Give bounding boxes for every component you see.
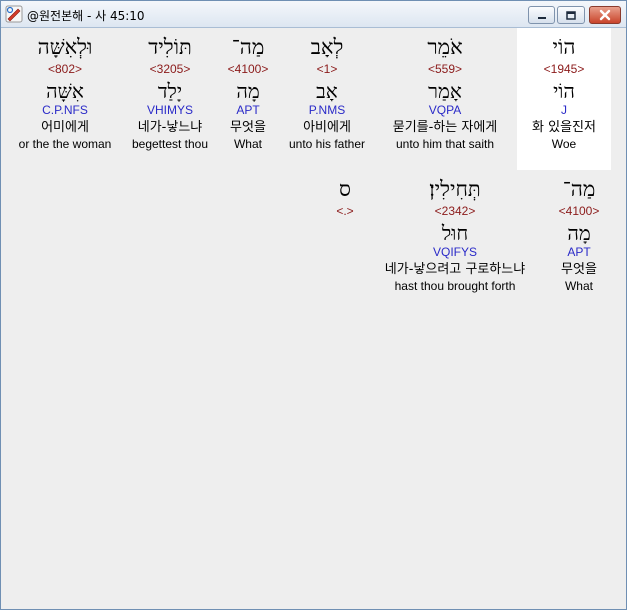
strong-number[interactable]: <2342> [367, 203, 543, 219]
english-gloss: What [564, 279, 593, 293]
lemma-word: מָה [236, 79, 260, 103]
lemma-word: יָלַד [157, 79, 183, 103]
korean-gloss: 어미에게 [41, 120, 89, 135]
english-gloss: What [233, 137, 262, 151]
strong-number[interactable]: <1> [281, 61, 373, 77]
strong-number[interactable]: <4100> [221, 61, 275, 77]
word-card[interactable]: מַה־ <4100> מָה APT 무엇을 What [549, 170, 609, 310]
korean-gloss: 네가-낳느냐 [137, 120, 203, 135]
english-gloss: begettest thou [131, 137, 209, 151]
korean-gloss: 묻기를-하는 자에게 [392, 120, 498, 135]
hebrew-word: ס [339, 177, 351, 201]
lemma-word: חוּל [441, 221, 469, 245]
hebrew-word: תְּחִילִין׃ [429, 177, 481, 201]
english-gloss: unto him that saith [395, 137, 495, 151]
minimize-button[interactable] [528, 6, 555, 24]
word-card[interactable]: מַה־ <4100> מָה APT 무엇을 What [221, 28, 275, 170]
hebrew-word: מַה־ [562, 177, 596, 201]
minimize-icon [536, 6, 548, 25]
english-gloss: hast thou brought forth [394, 279, 516, 293]
lemma-word: אָב [316, 79, 338, 103]
morphology-code[interactable]: VHIMYS [125, 103, 215, 118]
hebrew-word: אֹמֵר [427, 35, 463, 59]
strong-number[interactable]: <3205> [125, 61, 215, 77]
english-gloss: unto his father [288, 137, 366, 151]
word-card[interactable]: ס <.> [327, 170, 363, 230]
hebrew-word: הוֹי [552, 35, 576, 59]
korean-gloss: 아비에게 [303, 120, 351, 135]
morphology-code[interactable]: APT [549, 245, 609, 260]
strong-number[interactable]: <1945> [517, 61, 611, 77]
word-card[interactable]: תְּחִילִין׃ <2342> חוּל VQIFYS 네가-낳으려고 구… [367, 170, 543, 310]
title-bar[interactable]: @원전본해 - 사 45:10 [1, 1, 626, 28]
strong-number[interactable]: <4100> [549, 203, 609, 219]
korean-gloss: 무엇을 [230, 120, 266, 135]
hebrew-word: מַה־ [231, 35, 265, 59]
morphology-code[interactable]: J [517, 103, 611, 118]
window-title: @원전본해 - 사 45:10 [27, 9, 145, 23]
hebrew-word: וּלְאִשָּׁה [37, 35, 93, 59]
word-card[interactable]: וּלְאִשָּׁה <802> אִשָּׁה C.P.NFS 어미에게 o… [11, 28, 119, 170]
bible-app-icon[interactable] [5, 5, 23, 23]
lemma-word: אָמַר [428, 79, 462, 103]
main-window: @원전본해 - 사 45:10 הוֹי <1945> הוֹי J 화 있을진… [0, 0, 627, 610]
close-button[interactable] [589, 6, 621, 24]
strong-number[interactable]: <802> [11, 61, 119, 77]
korean-gloss: 화 있을진저 [532, 120, 596, 135]
strong-number[interactable]: <.> [327, 203, 363, 219]
korean-gloss: 무엇을 [561, 262, 597, 277]
morphology-code[interactable]: APT [221, 103, 275, 118]
lemma-word: הוֹי [553, 79, 575, 103]
lemma-word: מָה [567, 221, 591, 245]
hebrew-word: תּוֹלִיד [148, 35, 192, 59]
hebrew-word: לְאָב [310, 35, 344, 59]
close-icon [598, 6, 612, 25]
word-card[interactable]: לְאָב <1> אָב P.NMS 아비에게 unto his father [281, 28, 373, 170]
maximize-icon [565, 6, 577, 25]
strong-number[interactable]: <559> [379, 61, 511, 77]
word-card[interactable]: תּוֹלִיד <3205> יָלַד VHIMYS 네가-낳느냐 bege… [125, 28, 215, 170]
morphology-code[interactable]: P.NMS [281, 103, 373, 118]
english-gloss: or the the woman [18, 137, 112, 151]
morphology-code[interactable]: C.P.NFS [11, 103, 119, 118]
word-card[interactable]: הוֹי <1945> הוֹי J 화 있을진저 Woe [517, 28, 611, 170]
morphology-code[interactable]: VQPA [379, 103, 511, 118]
word-card[interactable]: אֹמֵר <559> אָמַר VQPA 묻기를-하는 자에게 unto h… [379, 28, 511, 170]
maximize-button[interactable] [557, 6, 585, 24]
english-gloss: Woe [551, 137, 577, 151]
morphology-code[interactable]: VQIFYS [367, 245, 543, 260]
interlinear-panel[interactable]: הוֹי <1945> הוֹי J 화 있을진저 Woe אֹמֵר <559… [5, 28, 622, 607]
lemma-word: אִשָּׁה [46, 79, 84, 103]
korean-gloss: 네가-낳으려고 구로하느냐 [384, 262, 526, 277]
